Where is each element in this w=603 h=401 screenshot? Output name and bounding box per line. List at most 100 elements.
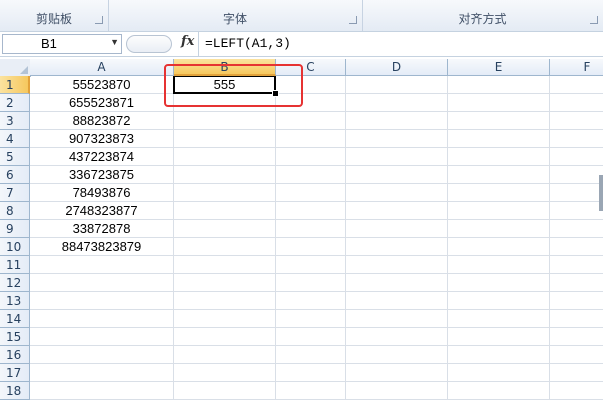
cell-f9[interactable] bbox=[550, 220, 603, 238]
cell-b14[interactable] bbox=[174, 310, 276, 328]
cell-b16[interactable] bbox=[174, 346, 276, 364]
cell-a17[interactable] bbox=[30, 364, 174, 382]
cell-d8[interactable] bbox=[346, 202, 448, 220]
cell-e5[interactable] bbox=[448, 148, 550, 166]
cell-c17[interactable] bbox=[276, 364, 346, 382]
cell-f12[interactable] bbox=[550, 274, 603, 292]
cell-c5[interactable] bbox=[276, 148, 346, 166]
cell-a15[interactable] bbox=[30, 328, 174, 346]
cell-b11[interactable] bbox=[174, 256, 276, 274]
row-header-6[interactable]: 6 bbox=[0, 166, 30, 184]
cell-b15[interactable] bbox=[174, 328, 276, 346]
cell-e17[interactable] bbox=[448, 364, 550, 382]
cell-f18[interactable] bbox=[550, 382, 603, 400]
cell-a6[interactable]: 336723875 bbox=[30, 166, 174, 184]
cell-d3[interactable] bbox=[346, 112, 448, 130]
cell-c15[interactable] bbox=[276, 328, 346, 346]
row-header-4[interactable]: 4 bbox=[0, 130, 30, 148]
cell-f3[interactable] bbox=[550, 112, 603, 130]
row-header-18[interactable]: 18 bbox=[0, 382, 30, 400]
row-header-16[interactable]: 16 bbox=[0, 346, 30, 364]
cell-d17[interactable] bbox=[346, 364, 448, 382]
cell-b17[interactable] bbox=[174, 364, 276, 382]
cell-f8[interactable] bbox=[550, 202, 603, 220]
cell-d10[interactable] bbox=[346, 238, 448, 256]
cell-e7[interactable] bbox=[448, 184, 550, 202]
cell-f7[interactable] bbox=[550, 184, 603, 202]
cell-area[interactable]: 55523870 555 655523871 88823872 907323873 437… bbox=[30, 76, 603, 401]
cell-a12[interactable] bbox=[30, 274, 174, 292]
row-header-17[interactable]: 17 bbox=[0, 364, 30, 382]
cell-c18[interactable] bbox=[276, 382, 346, 400]
cell-c10[interactable] bbox=[276, 238, 346, 256]
cell-b7[interactable] bbox=[174, 184, 276, 202]
insert-function-icon[interactable]: fx bbox=[181, 34, 194, 49]
chevron-down-icon[interactable]: ▼ bbox=[110, 37, 119, 47]
cell-e8[interactable] bbox=[448, 202, 550, 220]
cell-c13[interactable] bbox=[276, 292, 346, 310]
cell-f16[interactable] bbox=[550, 346, 603, 364]
cell-c7[interactable] bbox=[276, 184, 346, 202]
cell-a13[interactable] bbox=[30, 292, 174, 310]
row-header-3[interactable]: 3 bbox=[0, 112, 30, 130]
row-header-14[interactable]: 14 bbox=[0, 310, 30, 328]
cell-b8[interactable] bbox=[174, 202, 276, 220]
cell-e1[interactable] bbox=[448, 76, 550, 94]
alignment-dialog-launcher-icon[interactable] bbox=[590, 16, 598, 24]
cell-a11[interactable] bbox=[30, 256, 174, 274]
cell-d12[interactable] bbox=[346, 274, 448, 292]
cell-d2[interactable] bbox=[346, 94, 448, 112]
name-box[interactable]: B1 ▼ bbox=[2, 34, 122, 54]
cell-d9[interactable] bbox=[346, 220, 448, 238]
cell-a5[interactable]: 437223874 bbox=[30, 148, 174, 166]
cell-e10[interactable] bbox=[448, 238, 550, 256]
cell-e14[interactable] bbox=[448, 310, 550, 328]
select-all-corner[interactable] bbox=[0, 59, 31, 77]
cell-e4[interactable] bbox=[448, 130, 550, 148]
cell-d13[interactable] bbox=[346, 292, 448, 310]
column-header-f[interactable]: F bbox=[550, 59, 603, 76]
cell-e2[interactable] bbox=[448, 94, 550, 112]
clipboard-dialog-launcher-icon[interactable] bbox=[95, 16, 103, 24]
row-header-2[interactable]: 2 bbox=[0, 94, 30, 112]
row-header-13[interactable]: 13 bbox=[0, 292, 30, 310]
cell-b10[interactable] bbox=[174, 238, 276, 256]
cell-a18[interactable] bbox=[30, 382, 174, 400]
cell-f1[interactable] bbox=[550, 76, 603, 94]
row-header-1[interactable]: 1 bbox=[0, 76, 30, 94]
cell-a2[interactable]: 655523871 bbox=[30, 94, 174, 112]
cell-c11[interactable] bbox=[276, 256, 346, 274]
cell-c9[interactable] bbox=[276, 220, 346, 238]
cell-a7[interactable]: 78493876 bbox=[30, 184, 174, 202]
row-header-10[interactable]: 10 bbox=[0, 238, 30, 256]
cell-a16[interactable] bbox=[30, 346, 174, 364]
cell-b5[interactable] bbox=[174, 148, 276, 166]
cell-b6[interactable] bbox=[174, 166, 276, 184]
row-header-8[interactable]: 8 bbox=[0, 202, 30, 220]
cell-f10[interactable] bbox=[550, 238, 603, 256]
cell-a3[interactable]: 88823872 bbox=[30, 112, 174, 130]
cell-f14[interactable] bbox=[550, 310, 603, 328]
cell-a9[interactable]: 33872878 bbox=[30, 220, 174, 238]
cell-c16[interactable] bbox=[276, 346, 346, 364]
row-header-11[interactable]: 11 bbox=[0, 256, 30, 274]
cell-a8[interactable]: 2748323877 bbox=[30, 202, 174, 220]
cell-a1[interactable]: 55523870 bbox=[30, 76, 174, 94]
cell-e18[interactable] bbox=[448, 382, 550, 400]
cell-e15[interactable] bbox=[448, 328, 550, 346]
cell-b3[interactable] bbox=[174, 112, 276, 130]
cell-f11[interactable] bbox=[550, 256, 603, 274]
row-header-7[interactable]: 7 bbox=[0, 184, 30, 202]
cell-f4[interactable] bbox=[550, 130, 603, 148]
cell-d15[interactable] bbox=[346, 328, 448, 346]
row-header-15[interactable]: 15 bbox=[0, 328, 30, 346]
cell-f2[interactable] bbox=[550, 94, 603, 112]
cell-f13[interactable] bbox=[550, 292, 603, 310]
cell-e13[interactable] bbox=[448, 292, 550, 310]
cell-d4[interactable] bbox=[346, 130, 448, 148]
formula-bar-expand-handle[interactable] bbox=[126, 35, 172, 53]
cell-d18[interactable] bbox=[346, 382, 448, 400]
cell-e16[interactable] bbox=[448, 346, 550, 364]
cell-d6[interactable] bbox=[346, 166, 448, 184]
cell-e6[interactable] bbox=[448, 166, 550, 184]
